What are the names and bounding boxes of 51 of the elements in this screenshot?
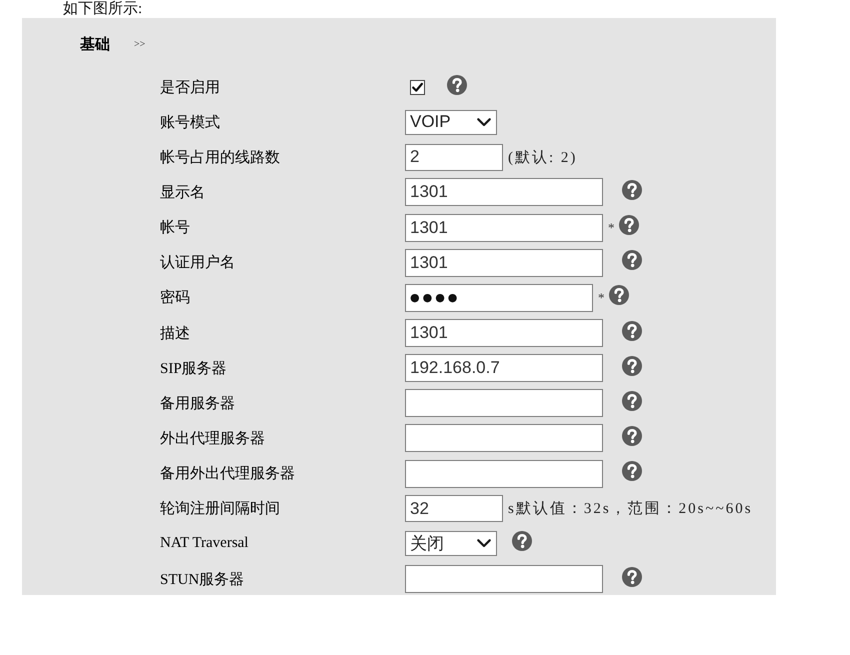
hint-text: s默认值：32s，范围：20s~~60s (508, 500, 753, 518)
hint-text: (默认: 2) (508, 148, 578, 167)
field-label: SIP服务器 (160, 360, 227, 378)
field-label: 账号模式 (160, 114, 220, 132)
intro-text: 如下图所示: (63, 1, 142, 17)
required-mark: * (598, 290, 604, 306)
field-label: 帐号占用的线路数 (160, 148, 280, 167)
help-icon[interactable] (622, 250, 642, 270)
field-label: 是否启用 (160, 78, 220, 97)
dropdown[interactable]: VOIP (405, 110, 497, 135)
field-label: 帐号 (160, 218, 190, 238)
text-field[interactable] (405, 565, 603, 594)
help-icon[interactable] (622, 566, 642, 587)
field-label: 密码 (160, 288, 190, 308)
field-label: 轮询注册间隔时间 (160, 500, 280, 518)
field-label: 描述 (160, 324, 190, 343)
help-icon[interactable] (608, 285, 628, 306)
expand-toggle[interactable]: >> (134, 38, 146, 50)
field-label: 认证用户名 (160, 254, 235, 272)
help-icon[interactable] (447, 74, 467, 95)
field-label: 备用服务器 (160, 394, 235, 413)
help-icon[interactable] (622, 461, 642, 482)
dropdown[interactable]: 关闭 (405, 531, 497, 556)
password-field[interactable]: ●●●● (405, 284, 593, 312)
chevron-down-icon (477, 539, 491, 548)
text-field[interactable]: 192.168.0.7 (405, 354, 603, 382)
help-icon[interactable] (622, 180, 642, 200)
number-field[interactable]: 32 (405, 495, 503, 522)
number-field[interactable]: 2 (405, 144, 503, 171)
help-icon[interactable] (622, 390, 642, 411)
help-icon[interactable] (618, 215, 638, 236)
help-icon[interactable] (512, 531, 532, 552)
text-field[interactable]: 1301 (405, 248, 603, 277)
field-label: 外出代理服务器 (160, 430, 265, 448)
section-title: 基础 (80, 35, 110, 54)
help-icon[interactable] (622, 426, 642, 446)
text-field[interactable] (405, 460, 603, 488)
text-field[interactable] (405, 424, 603, 452)
field-label: STUN服务器 (160, 570, 244, 589)
field-label: NAT Traversal (160, 535, 248, 552)
chevron-down-icon (477, 118, 491, 127)
text-field[interactable]: 1301 (405, 319, 603, 348)
checkbox[interactable] (410, 80, 425, 95)
text-field[interactable] (405, 389, 603, 418)
required-mark: * (608, 220, 614, 236)
help-icon[interactable] (622, 320, 642, 341)
field-label: 显示名 (160, 184, 205, 202)
field-label: 备用外出代理服务器 (160, 464, 295, 484)
help-icon[interactable] (622, 356, 642, 376)
text-field[interactable]: 1301 (405, 214, 603, 242)
text-field[interactable]: 1301 (405, 178, 603, 206)
